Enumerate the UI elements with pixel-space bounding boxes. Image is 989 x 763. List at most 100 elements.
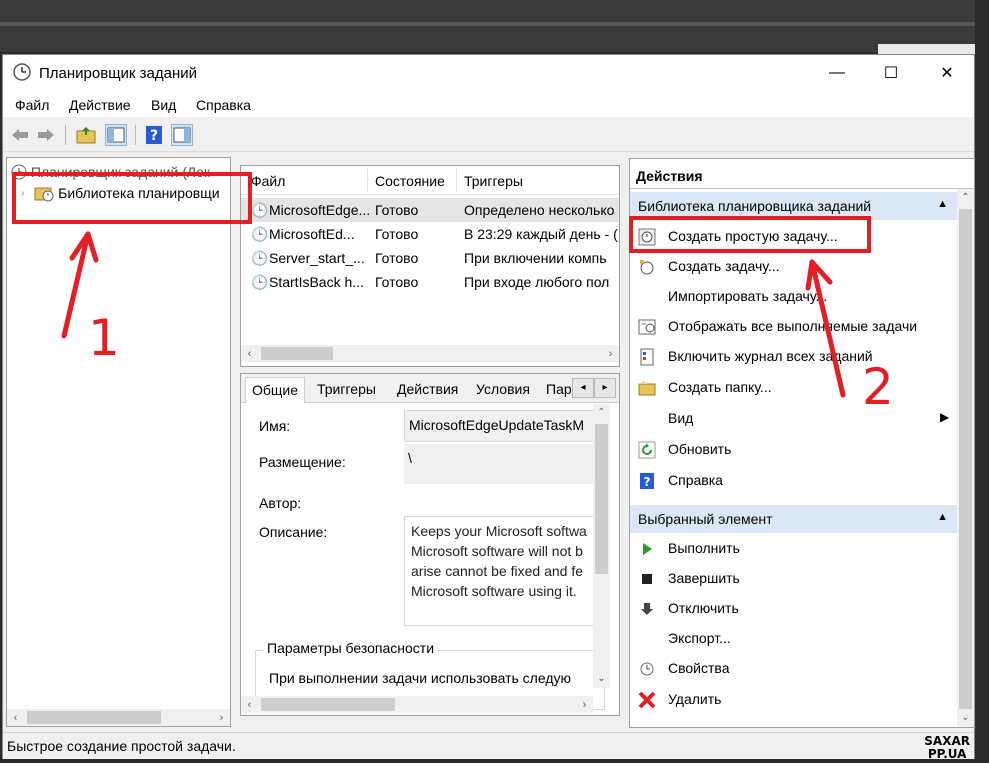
column-state[interactable]: Состояние xyxy=(375,173,445,189)
table-row[interactable]: 🕒 Server_start_... Готово При включении … xyxy=(241,246,619,270)
scroll-thumb[interactable] xyxy=(595,424,608,574)
scroll-thumb[interactable] xyxy=(27,711,161,724)
folder-up-icon[interactable] xyxy=(75,124,97,146)
action-label: Выполнить xyxy=(668,540,740,556)
window-title: Планировщик заданий xyxy=(39,65,197,82)
action-create-task[interactable]: Создать задачу... xyxy=(630,253,958,281)
help-icon[interactable]: ? xyxy=(143,124,165,146)
tab-scroll-left-icon[interactable]: ◂ xyxy=(572,378,594,398)
action-create-folder[interactable]: Создать папку... xyxy=(630,374,958,402)
scroll-right-icon[interactable]: › xyxy=(576,696,593,713)
details-tabs: Общие Триггеры Действия Условия Пар ◂ ▸ xyxy=(241,374,619,403)
task-list-hscroll[interactable]: ‹ › xyxy=(241,345,619,362)
collapse-icon[interactable]: ▲ xyxy=(937,511,948,523)
status-bar: Быстрое создание простой задачи. SAXAR P… xyxy=(3,732,974,761)
table-row[interactable]: 🕒 StartIsBack h... Готово При входе любо… xyxy=(241,270,619,294)
task-state: Готово xyxy=(375,274,419,290)
action-label: Создать задачу... xyxy=(668,258,780,274)
action-help[interactable]: ? Справка xyxy=(630,467,958,495)
highlight-box-library xyxy=(12,172,252,224)
toolbar: ? xyxy=(3,117,974,152)
action-end[interactable]: Завершить xyxy=(630,565,958,593)
scroll-up-icon[interactable]: ⌃ xyxy=(593,404,610,421)
action-label: Создать папку... xyxy=(668,379,772,395)
description-field[interactable]: Keeps your Microsoft softwa Microsoft so… xyxy=(404,516,599,626)
delete-x-icon xyxy=(638,691,656,709)
scroll-left-icon[interactable]: ‹ xyxy=(241,696,258,713)
menu-help[interactable]: Справка xyxy=(196,97,251,113)
menu-view[interactable]: Вид xyxy=(151,97,176,113)
task-trigger: При включении компь xyxy=(464,250,607,266)
actions-section-selected-label: Выбранный элемент xyxy=(638,511,773,527)
action-label: Справка xyxy=(668,472,723,488)
action-import-task[interactable]: Импортировать задачу... xyxy=(630,283,958,311)
watermark: SAXAR PP.UA xyxy=(924,735,970,761)
new-task-icon xyxy=(638,258,656,276)
minimize-button[interactable]: — xyxy=(814,55,860,91)
action-enable-history[interactable]: Включить журнал всех заданий xyxy=(630,343,958,371)
scroll-thumb[interactable] xyxy=(261,698,395,711)
action-export[interactable]: Экспорт... xyxy=(630,625,958,653)
menu-file[interactable]: Файл xyxy=(15,97,49,113)
scroll-thumb[interactable] xyxy=(959,209,972,709)
action-label: Завершить xyxy=(668,570,740,586)
task-name: MicrosoftEdge... xyxy=(269,202,371,218)
action-delete[interactable]: Удалить xyxy=(630,686,958,714)
action-label: Обновить xyxy=(668,441,732,457)
back-arrow-icon[interactable] xyxy=(9,124,31,146)
action-label: Вид xyxy=(668,410,694,426)
properties-clock-icon xyxy=(638,660,656,678)
refresh-icon xyxy=(638,441,656,459)
menu-action[interactable]: Действие xyxy=(69,97,131,113)
scroll-down-icon[interactable]: ⌄ xyxy=(593,670,610,687)
description-label: Описание: xyxy=(259,524,328,540)
description-line: Microsoft software will not b xyxy=(411,543,583,559)
help-icon: ? xyxy=(638,472,656,490)
maximize-button[interactable]: ☐ xyxy=(868,55,914,91)
forward-arrow-icon[interactable] xyxy=(35,124,57,146)
tree-pane: Планировщик заданий (Лок › Библиотека пл… xyxy=(6,157,231,727)
column-file[interactable]: Файл xyxy=(251,173,285,189)
background-strip xyxy=(0,22,989,26)
action-label: Импортировать задачу... xyxy=(668,288,828,304)
table-row[interactable]: 🕒 MicrosoftEdge... Готово Определено нес… xyxy=(241,198,619,222)
toolbar-separator xyxy=(65,125,66,145)
scroll-left-icon[interactable]: ‹ xyxy=(241,345,258,362)
column-triggers[interactable]: Триггеры xyxy=(464,173,523,189)
actions-vscroll[interactable]: ⌃ ⌄ xyxy=(957,189,974,727)
action-disable[interactable]: Отключить xyxy=(630,595,958,623)
close-button[interactable]: ✕ xyxy=(924,55,970,91)
action-view[interactable]: Вид ▶ xyxy=(630,405,958,433)
scroll-down-icon[interactable]: ⌄ xyxy=(957,709,974,726)
task-name: Server_start_... xyxy=(269,250,365,266)
action-label: Экспорт... xyxy=(668,630,731,646)
tab-triggers[interactable]: Триггеры xyxy=(311,377,382,402)
name-field[interactable]: MicrosoftEdgeUpdateTaskM xyxy=(404,410,599,442)
tree-hscroll[interactable]: ‹ › xyxy=(7,709,230,726)
tab-conditions[interactable]: Условия xyxy=(470,377,536,402)
action-properties[interactable]: Свойства xyxy=(630,655,958,683)
name-label: Имя: xyxy=(259,418,291,434)
show-tree-icon[interactable] xyxy=(105,124,127,146)
details-hscroll[interactable]: ‹ › xyxy=(241,696,593,713)
actions-section-selected[interactable]: Выбранный элемент ▲ xyxy=(630,505,958,533)
scroll-left-icon[interactable]: ‹ xyxy=(7,709,24,726)
svg-text:?: ? xyxy=(644,475,651,489)
action-show-running[interactable]: Отображать все выполняемые задачи xyxy=(630,313,958,341)
description-line: Microsoft software using it. xyxy=(411,583,577,599)
tab-scroll-right-icon[interactable]: ▸ xyxy=(594,378,616,398)
action-run[interactable]: Выполнить xyxy=(630,535,958,563)
action-refresh[interactable]: Обновить xyxy=(630,436,958,464)
tab-general[interactable]: Общие xyxy=(245,377,306,403)
table-row[interactable]: 🕒 MicrosoftEd... Готово В 23:29 каждый д… xyxy=(241,222,619,246)
clock-icon xyxy=(13,63,31,81)
scroll-right-icon[interactable]: › xyxy=(213,709,230,726)
collapse-icon[interactable]: ▲ xyxy=(937,198,948,210)
scroll-up-icon[interactable]: ⌃ xyxy=(957,189,974,206)
action-pane-icon[interactable] xyxy=(171,124,193,146)
column-divider xyxy=(456,168,457,192)
tab-actions[interactable]: Действия xyxy=(391,377,464,402)
details-vscroll[interactable]: ⌃ ⌄ xyxy=(593,404,610,688)
scroll-thumb[interactable] xyxy=(261,347,333,360)
scroll-right-icon[interactable]: › xyxy=(602,345,619,362)
